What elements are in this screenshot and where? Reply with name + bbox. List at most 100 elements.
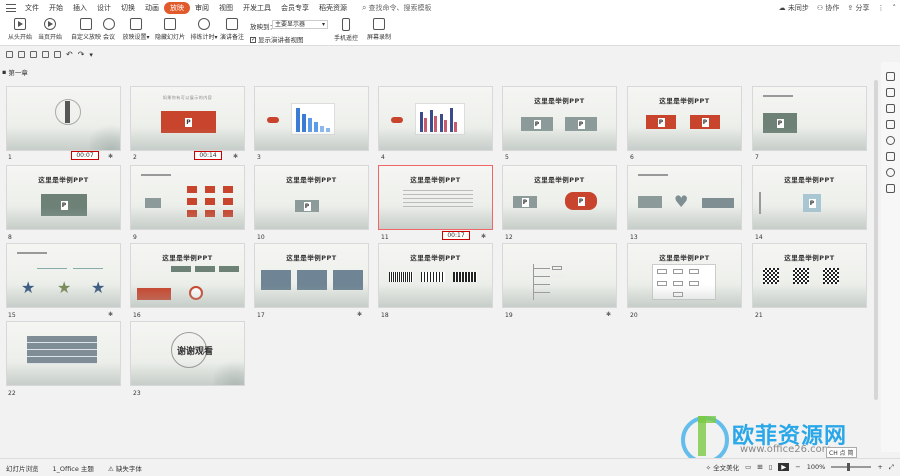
slide-thumbnail-3[interactable] — [254, 86, 369, 151]
slide-thumbnail-9[interactable] — [130, 165, 245, 230]
slide-thumbnail-4[interactable] — [378, 86, 493, 151]
menu-file[interactable]: 文件 — [20, 3, 44, 13]
print-icon[interactable] — [30, 51, 37, 58]
slide-title: 这里是举例PPT — [162, 254, 213, 262]
ime-indicator[interactable]: CH 点 简 — [826, 447, 857, 458]
red-label — [267, 117, 279, 123]
customize-icon[interactable]: ▾ — [89, 51, 93, 59]
menu-transition[interactable]: 切换 — [116, 3, 140, 13]
panel-collapse-icon[interactable] — [886, 72, 895, 81]
location-icon[interactable] — [886, 168, 895, 177]
menu-review[interactable]: 审阅 — [190, 3, 214, 13]
ppt-icon: P — [577, 196, 585, 206]
speaker-notes-button[interactable]: 演讲备注 — [214, 18, 250, 41]
settings-panel-icon[interactable] — [886, 184, 895, 193]
scrollbar-thumb[interactable] — [874, 80, 878, 400]
slide-number: 12 — [505, 234, 513, 241]
menu-member[interactable]: 会员专享 — [276, 3, 314, 13]
share-panel-icon[interactable] — [886, 152, 895, 161]
slide-thumbnail-1[interactable] — [6, 86, 121, 151]
undo-icon[interactable]: ↶ — [66, 50, 73, 59]
object-icon[interactable] — [886, 88, 895, 97]
zoom-in-icon[interactable]: + — [877, 463, 882, 471]
ppt-icon-box: P — [646, 115, 676, 129]
brush-icon[interactable] — [886, 136, 895, 145]
animation-star-icon: ✱ — [108, 153, 114, 160]
collab-button[interactable]: ⚇ 协作 — [817, 3, 840, 13]
display-select[interactable]: 主要显示器 ▾ — [272, 20, 328, 29]
style-icon[interactable] — [886, 120, 895, 129]
slide-thumbnail-17[interactable]: 这里是举例PPT — [254, 243, 369, 308]
presenter-view-checkbox[interactable]: ✓ 显示演讲者视图 — [250, 34, 304, 44]
sync-status[interactable]: ☁ 未同步 — [779, 3, 809, 13]
redo-icon[interactable]: ↷ — [78, 50, 85, 59]
slide-thumbnail-18[interactable]: 这里是举例PPT — [378, 243, 493, 308]
slide-number: 21 — [755, 312, 763, 319]
status-bar: 幻灯片浏览 1_Office 主题 ⚠ 缺失字体 ✧ 全文美化 ▭ ⊞ ▯ ▶ … — [0, 458, 900, 476]
slide-thumbnail-16[interactable]: 这里是举例PPT — [130, 243, 245, 308]
screen-record-button[interactable]: 屏幕录制 — [360, 18, 398, 41]
play-slideshow-icon[interactable]: ▶ — [778, 463, 790, 471]
menu-insert[interactable]: 插入 — [68, 3, 92, 13]
zoom-slider[interactable] — [831, 463, 872, 471]
record-icon — [373, 18, 385, 30]
slide-thumbnail-22[interactable] — [6, 321, 121, 386]
section-header[interactable]: ▪ 第一章 — [2, 67, 28, 77]
new-icon[interactable] — [6, 51, 13, 58]
more-icon[interactable]: ⋮ — [878, 4, 885, 12]
mountain-bg — [379, 207, 492, 229]
menu-design[interactable]: 设计 — [92, 3, 116, 13]
slide-thumbnail-14[interactable]: 这里是举例PPT P — [752, 165, 867, 230]
sorter-view-icon[interactable]: ⊞ — [757, 463, 762, 471]
slide-number: 3 — [257, 154, 261, 161]
mountain-bg — [131, 285, 244, 307]
from-current-label: 当页开始 — [37, 34, 62, 41]
vertical-scrollbar[interactable] — [872, 70, 880, 456]
watermark-logo-icon — [681, 416, 729, 464]
from-current-button[interactable]: 当页开始 — [32, 18, 68, 41]
menu-home[interactable]: 开始 — [44, 3, 68, 13]
slide-thumbnail-6[interactable]: 这里是举例PPT P P — [627, 86, 742, 151]
fit-window-icon[interactable]: ⤢ — [889, 463, 894, 472]
normal-view-icon[interactable]: ▭ — [745, 463, 751, 471]
menu-docer[interactable]: 稻壳资源 — [314, 3, 352, 13]
heading-line — [17, 252, 47, 254]
export-pdf-icon[interactable] — [42, 51, 49, 58]
slide-number: 8 — [8, 234, 12, 241]
command-search[interactable]: ⌕ 查找命令、搜索模板 — [362, 3, 431, 13]
menu-developer[interactable]: 开发工具 — [238, 3, 276, 13]
slide-thumbnail-13[interactable]: ♥ — [627, 165, 742, 230]
slide-thumbnail-11[interactable]: 这里是举例PPT — [378, 165, 493, 230]
beautify-button[interactable]: ✧ 全文美化 — [706, 462, 740, 472]
slide-thumbnail-20[interactable]: 这里是举例PPT — [627, 243, 742, 308]
ppt-icon: P — [521, 197, 529, 207]
save-icon[interactable] — [18, 51, 25, 58]
slide-thumbnail-12[interactable]: 这里是举例PPT P P — [502, 165, 617, 230]
slide-thumbnail-10[interactable]: 这里是举例PPT P — [254, 165, 369, 230]
slide-thumbnail-7[interactable]: P — [752, 86, 867, 151]
slide-thumbnail-5[interactable]: 这里是举例PPT P P — [502, 86, 617, 151]
slide-thumbnail-23[interactable]: 谢谢观看 — [130, 321, 245, 386]
slide-thumbnail-19[interactable] — [502, 243, 617, 308]
menu-items: 文件 开始 插入 设计 切换 动画 放映 审阅 视图 开发工具 会员专享 稻壳资… — [20, 0, 352, 16]
print-preview-icon[interactable] — [54, 51, 61, 58]
animation-panel-icon[interactable] — [886, 104, 895, 113]
menu-slideshow[interactable]: 放映 — [164, 2, 190, 14]
heading-line — [638, 174, 668, 176]
menu-view[interactable]: 视图 — [214, 3, 238, 13]
reading-view-icon[interactable]: ▯ — [769, 463, 773, 471]
animation-star-icon: ✱ — [233, 153, 239, 160]
slide-thumbnail-15[interactable]: ★ ★ ★ — [6, 243, 121, 308]
slide-thumbnail-21[interactable]: 这里是举例PPT — [752, 243, 867, 308]
slide-thumbnail-8[interactable]: 这里是举例PPT P — [6, 165, 121, 230]
collapse-ribbon-icon[interactable]: ˄ — [893, 4, 897, 12]
slide-thumbnail-2[interactable]: 如果你有可以展示的内容 P — [130, 86, 245, 151]
missing-font-button[interactable]: ⚠ 缺失字体 — [108, 463, 142, 473]
share-button[interactable]: ⇪ 分享 — [847, 3, 869, 13]
hamburger-menu-icon[interactable] — [6, 4, 16, 12]
menu-animation[interactable]: 动画 — [140, 3, 164, 13]
color-swatch — [219, 266, 239, 272]
zoom-out-icon[interactable]: − — [795, 463, 800, 471]
slide-title: 这里是举例PPT — [534, 97, 585, 105]
section-collapse-icon[interactable]: ▪ — [2, 68, 6, 76]
